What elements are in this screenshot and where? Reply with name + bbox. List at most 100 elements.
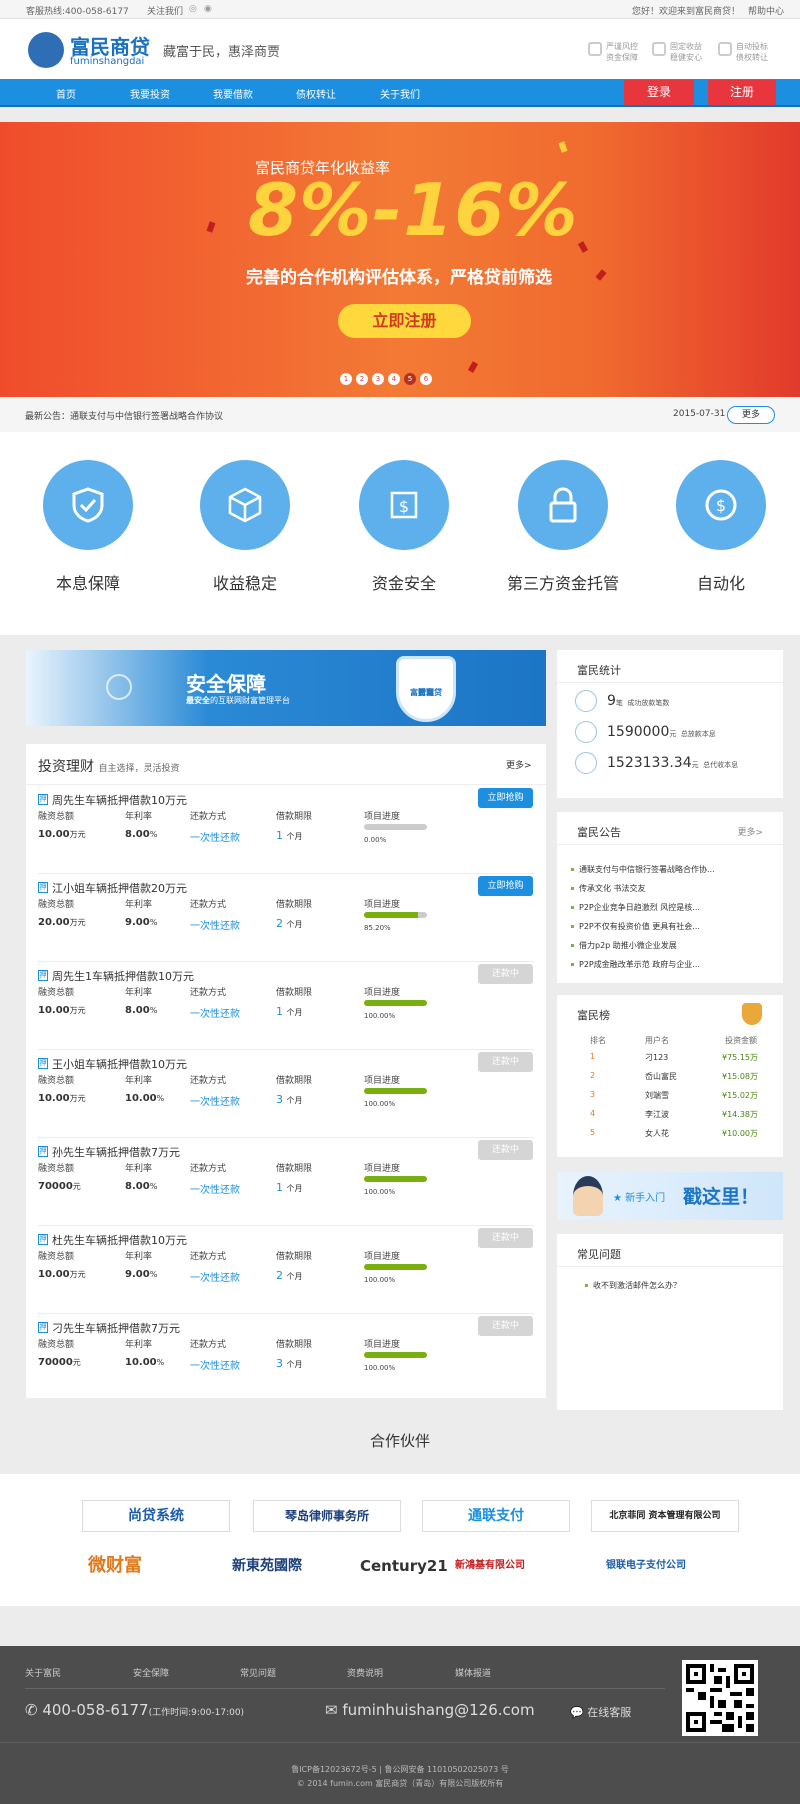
nav-invest[interactable]: 我要投资 xyxy=(130,86,170,101)
invest-more-link[interactable]: 更多> xyxy=(506,758,532,771)
header-repay: 还款方式 xyxy=(190,1076,227,1086)
loan-repay-method: 一次性还款 xyxy=(190,1273,240,1284)
wechat-icon[interactable]: ◉ xyxy=(204,4,212,14)
confetti xyxy=(558,141,568,153)
footer-link[interactable]: 关于富民 xyxy=(25,1666,61,1679)
partner-logo[interactable]: 新東苑國際 xyxy=(232,1548,302,1584)
register-button[interactable]: 注册 xyxy=(708,80,776,105)
weibo-icon[interactable]: ◎ xyxy=(189,4,197,14)
partner-logo[interactable]: 琴岛律师事务所 xyxy=(253,1500,401,1532)
progress-text: 100.00% xyxy=(364,1364,396,1372)
banner-register-button[interactable]: 立即注册 xyxy=(338,304,471,338)
banner-rate: 8%-16% xyxy=(248,168,579,252)
announcement-item[interactable]: 通联支付与中信银行签署战略合作协... xyxy=(571,864,715,875)
loan-row[interactable]: 押周先生1车辆抵押借款10万元 融资总额 年利率 还款方式 借款期限 项目进度 10.00万… xyxy=(38,962,534,1050)
repaying-button[interactable]: 还款中 xyxy=(478,964,533,984)
ranking-user[interactable]: 女人花 xyxy=(645,1128,669,1139)
footer-online-service[interactable]: 💬 在线客服 xyxy=(570,1704,631,1720)
notice-more-button[interactable]: 更多 xyxy=(727,406,775,424)
partner-logo[interactable]: 银联电子支付公司 xyxy=(606,1548,686,1584)
partner-logo[interactable]: 微财富 xyxy=(88,1548,142,1584)
notice-text[interactable]: 最新公告：通联支付与中信银行签署战略合作协议 xyxy=(25,409,223,422)
announcement-item[interactable]: P2P成金融改革示范 政府与企业... xyxy=(571,959,700,970)
loan-name[interactable]: 周先生车辆抵押借款10万元 xyxy=(52,792,187,808)
partner-logo[interactable]: 通联支付 xyxy=(422,1500,570,1532)
buy-now-button[interactable]: 立即抢购 xyxy=(478,876,533,896)
ranking-header-user: 用户名 xyxy=(645,1036,669,1045)
ranking-user[interactable]: 李江波 xyxy=(645,1109,669,1120)
security-promo-banner[interactable]: 安全保障 最安全的互联网财富管理平台 富民商贷 财富 管理 xyxy=(26,650,546,726)
repaying-button[interactable]: 还款中 xyxy=(478,1316,533,1336)
loan-row[interactable]: 押孙先生车辆抵押借款7万元 融资总额 年利率 还款方式 借款期限 项目进度 70000元 8.… xyxy=(38,1138,534,1226)
follow-us-link[interactable]: 关注我们 xyxy=(147,4,183,17)
carousel-dot[interactable]: 2 xyxy=(356,373,368,385)
ranking-user[interactable]: 岙山富民 xyxy=(645,1071,677,1082)
ranking-title: 富民榜 xyxy=(577,1009,610,1022)
announcement-item[interactable]: 借力p2p 助推小微企业发展 xyxy=(571,940,677,951)
help-center-link[interactable]: 帮助中心 xyxy=(748,4,784,17)
buy-now-button[interactable]: 立即抢购 xyxy=(478,788,533,808)
feature-principal-guarantee: 本息保障 xyxy=(23,460,153,594)
faq-item[interactable]: 收不到激活邮件怎么办？ xyxy=(585,1280,681,1291)
hero-banner[interactable]: 富民商贷年化收益率 8%-16% 完善的合作机构评估体系，严格贷前筛选 立即注册… xyxy=(0,122,800,397)
partner-logo[interactable]: 尚贷系统 xyxy=(82,1500,230,1532)
footer-link[interactable]: 安全保障 xyxy=(133,1666,169,1679)
partner-logo[interactable]: 北京菲同 资本管理有限公司 xyxy=(591,1500,739,1532)
newbie-guide-banner[interactable]: ★ 新手入门 戳这里！ xyxy=(557,1172,783,1220)
carousel-dot-active[interactable]: 5 xyxy=(404,373,416,385)
nav-borrow[interactable]: 我要借款 xyxy=(213,86,253,101)
footer-link[interactable]: 媒体报道 xyxy=(455,1666,491,1679)
header-term: 借款期限 xyxy=(276,1076,313,1086)
footer-email[interactable]: ✉ fuminhuishang@126.com xyxy=(325,1701,535,1719)
loan-name[interactable]: 江小姐车辆抵押借款20万元 xyxy=(52,880,187,896)
announcement-item[interactable]: P2P企业竞争日趋激烈 风控是核... xyxy=(571,902,700,913)
partner-logo[interactable]: 新鴻基有限公司 xyxy=(455,1548,525,1584)
carousel-dot[interactable]: 3 xyxy=(372,373,384,385)
ranking-amount: ¥10.00万 xyxy=(722,1129,758,1138)
loan-row[interactable]: 押周先生车辆抵押借款10万元 融资总额 年利率 还款方式 借款期限 项目进度 10.00万元… xyxy=(38,786,534,874)
feature-auto-bid: 自动投标 债权转让 xyxy=(718,41,768,63)
loan-name[interactable]: 孙先生车辆抵押借款7万元 xyxy=(52,1144,180,1160)
loan-name[interactable]: 周先生1车辆抵押借款10万元 xyxy=(52,968,194,984)
nav-about[interactable]: 关于我们 xyxy=(380,86,420,101)
loan-name[interactable]: 杜先生车辆抵押借款10万元 xyxy=(52,1232,187,1248)
carousel-dot[interactable]: 4 xyxy=(388,373,400,385)
header-rate: 年利率 xyxy=(125,1076,153,1086)
header-term: 借款期限 xyxy=(276,988,313,998)
loan-row[interactable]: 押刁先生车辆抵押借款7万元 融资总额 年利率 还款方式 借款期限 项目进度 70000元 10… xyxy=(38,1314,534,1402)
nav-transfer[interactable]: 债权转让 xyxy=(296,86,336,101)
nav-home[interactable]: 首页 xyxy=(56,86,76,101)
divider xyxy=(557,844,783,845)
loan-term: 1 个月 xyxy=(276,829,303,842)
loan-name[interactable]: 王小姐车辆抵押借款10万元 xyxy=(52,1056,187,1072)
loan-row[interactable]: 押杜先生车辆抵押借款10万元 融资总额 年利率 还款方式 借款期限 项目进度 10.00万元… xyxy=(38,1226,534,1314)
announcement-item[interactable]: 传承文化 书法交友 xyxy=(571,883,646,894)
feature-stable-income: 收益稳定 xyxy=(180,460,310,594)
loan-name[interactable]: 刁先生车辆抵押借款7万元 xyxy=(52,1320,180,1336)
loan-row[interactable]: 押江小姐车辆抵押借款20万元 融资总额 年利率 还款方式 借款期限 项目进度 20.00万元… xyxy=(38,874,534,962)
repaying-button[interactable]: 还款中 xyxy=(478,1052,533,1072)
divider xyxy=(26,784,546,785)
announcements-more-link[interactable]: 更多> xyxy=(737,825,763,838)
ranking-user[interactable]: 刁123 xyxy=(645,1052,668,1063)
progress-bar xyxy=(364,1176,427,1182)
ranking-user[interactable]: 刘端雪 xyxy=(645,1090,669,1101)
header-repay: 还款方式 xyxy=(190,900,227,910)
announcement-item[interactable]: P2P不仅有投资价值 更具有社会... xyxy=(571,921,700,932)
login-button[interactable]: 登录 xyxy=(624,80,694,105)
footer-link[interactable]: 常见问题 xyxy=(240,1666,276,1679)
logo-icon[interactable] xyxy=(28,32,64,68)
partners-title: 合作伙伴 xyxy=(369,1432,430,1450)
repaying-button[interactable]: 还款中 xyxy=(478,1228,533,1248)
footer-link[interactable]: 资费说明 xyxy=(347,1666,383,1679)
carousel-dot[interactable]: 1 xyxy=(340,373,352,385)
divider xyxy=(25,1688,665,1689)
partner-logo[interactable]: Century21 xyxy=(360,1548,448,1584)
carousel-dot[interactable]: 6 xyxy=(420,373,432,385)
ranking-amount: ¥15.02万 xyxy=(722,1091,758,1100)
loan-row[interactable]: 押王小姐车辆抵押借款10万元 融资总额 年利率 还款方式 借款期限 项目进度 10.00万元… xyxy=(38,1050,534,1138)
header-amount: 融资总额 xyxy=(38,1164,75,1174)
repaying-button[interactable]: 还款中 xyxy=(478,1140,533,1160)
loan-rate: 9.00% xyxy=(125,1269,158,1280)
loan-repay-method: 一次性还款 xyxy=(190,1009,240,1020)
